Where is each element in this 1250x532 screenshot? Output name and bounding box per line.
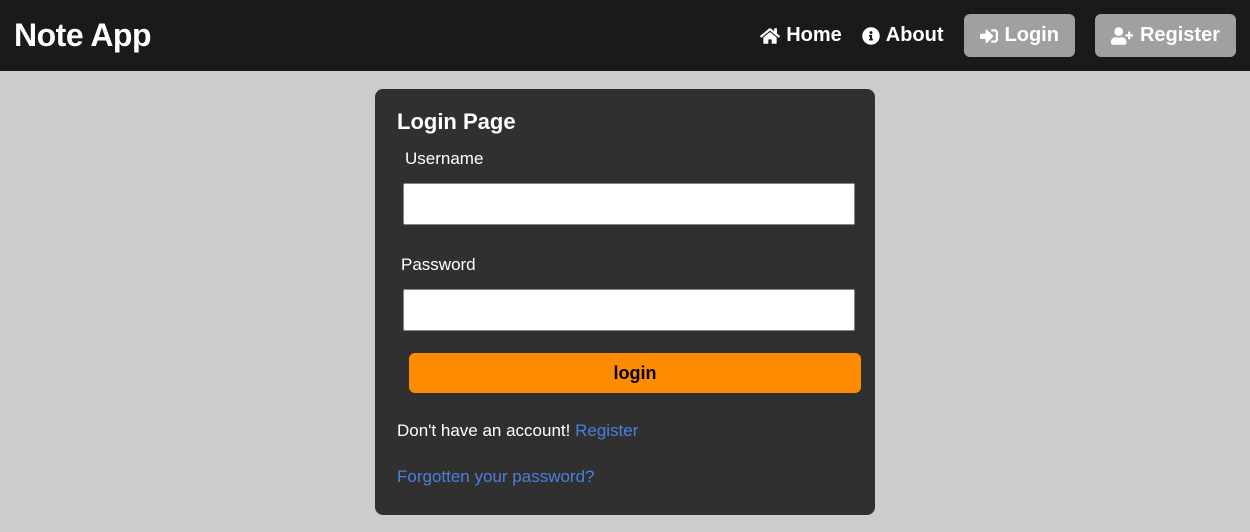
password-input[interactable] bbox=[403, 289, 855, 331]
home-icon bbox=[760, 27, 780, 45]
login-submit-button[interactable]: login bbox=[409, 353, 861, 393]
no-account-text: Don't have an account! bbox=[397, 421, 575, 440]
app-brand[interactable]: Note App bbox=[14, 17, 151, 54]
content-area: Login Page Username Password login Don't… bbox=[0, 71, 1250, 515]
no-account-line: Don't have an account! Register bbox=[397, 421, 853, 441]
navbar: Note App Home About Login Register bbox=[0, 0, 1250, 71]
login-nav-button[interactable]: Login bbox=[964, 14, 1075, 57]
password-label: Password bbox=[401, 255, 853, 275]
card-footer: Don't have an account! Register Forgotte… bbox=[397, 421, 853, 487]
login-nav-label: Login bbox=[1005, 24, 1059, 47]
login-card: Login Page Username Password login Don't… bbox=[375, 89, 875, 515]
username-label: Username bbox=[405, 149, 853, 169]
info-icon bbox=[862, 27, 880, 45]
login-icon bbox=[980, 27, 998, 45]
about-link[interactable]: About bbox=[862, 24, 944, 47]
user-plus-icon bbox=[1111, 27, 1133, 45]
register-link[interactable]: Register bbox=[575, 421, 638, 440]
home-link[interactable]: Home bbox=[760, 24, 842, 47]
register-nav-label: Register bbox=[1140, 24, 1220, 47]
home-label: Home bbox=[786, 24, 842, 47]
forgot-line: Forgotten your password? bbox=[397, 467, 853, 487]
username-input[interactable] bbox=[403, 183, 855, 225]
register-nav-button[interactable]: Register bbox=[1095, 14, 1236, 57]
about-label: About bbox=[886, 24, 944, 47]
nav-items: Home About Login Register bbox=[760, 14, 1236, 57]
forgot-password-link[interactable]: Forgotten your password? bbox=[397, 467, 595, 486]
card-title: Login Page bbox=[397, 109, 853, 135]
